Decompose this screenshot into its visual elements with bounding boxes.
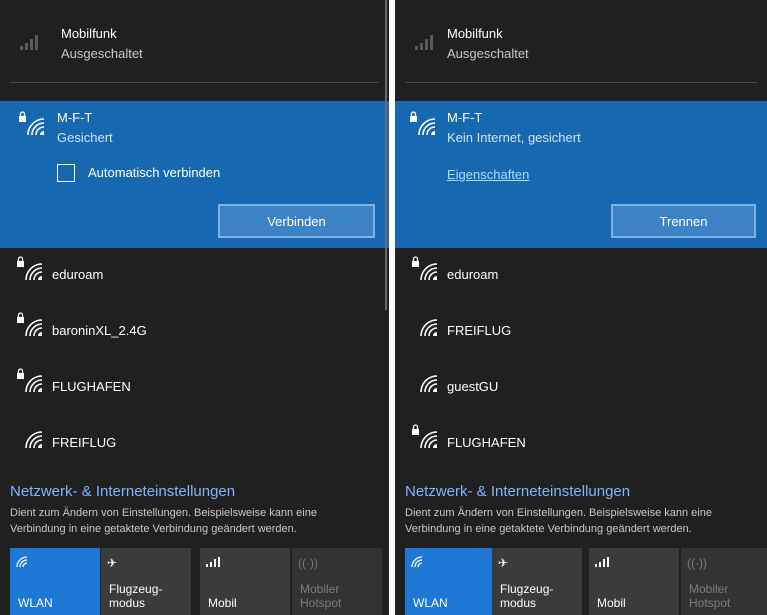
network-settings-description: Dient zum Ändern von Einstellungen. Beis… — [10, 507, 317, 535]
cellular-signal-icon — [20, 35, 38, 50]
hotspot-icon: ((·)) — [298, 556, 318, 570]
tile-label: Mobil — [208, 596, 237, 610]
cellular-entry[interactable]: Mobilfunk Ausgeschaltet — [395, 0, 767, 82]
cellular-signal-icon — [415, 35, 433, 50]
wifi-secured-icon — [17, 312, 43, 337]
wifi-icon — [420, 375, 438, 393]
network-item[interactable]: baroninXL_2.4G — [0, 308, 389, 348]
selected-ssid: M-F-T — [447, 110, 483, 125]
tile-label: Flugzeug- modus — [109, 582, 163, 610]
wifi-secured-icon — [412, 256, 438, 281]
tile-label: Mobil — [597, 596, 626, 610]
auto-connect-checkbox[interactable] — [57, 164, 75, 182]
network-item[interactable]: FREIFLUG — [395, 308, 767, 348]
network-ssid: FLUGHAFEN — [447, 435, 526, 450]
network-settings-link[interactable]: Netzwerk- & Interneteinstellungen — [10, 483, 235, 500]
wifi-icon — [411, 556, 425, 571]
selected-status: Kein Internet, gesichert — [447, 130, 581, 145]
cellular-icon — [595, 556, 609, 570]
wlan-tile[interactable]: WLAN — [10, 548, 100, 615]
cellular-title: Mobilfunk — [447, 26, 503, 41]
mobile-tile[interactable]: Mobil — [200, 548, 290, 615]
cellular-entry[interactable]: Mobilfunk Ausgeschaltet — [0, 0, 389, 82]
network-flyout-left: Mobilfunk Ausgeschaltet M-F-T Gesichert … — [0, 0, 389, 615]
hotspot-icon: ((·)) — [687, 556, 707, 570]
tile-label: Mobiler Hotspot — [300, 582, 342, 610]
mobile-tile[interactable]: Mobil — [589, 548, 679, 615]
airplane-mode-tile[interactable]: ✈ Flugzeug- modus — [101, 548, 191, 615]
connect-button[interactable]: Verbinden — [218, 204, 375, 238]
network-ssid: FREIFLUG — [447, 323, 512, 338]
wifi-secured-icon — [412, 424, 438, 449]
wifi-icon — [25, 431, 43, 449]
network-ssid: eduroam — [447, 267, 499, 282]
wifi-secured-icon — [17, 368, 43, 393]
network-settings-link[interactable]: Netzwerk- & Interneteinstellungen — [405, 483, 630, 500]
wifi-secured-icon — [17, 256, 43, 281]
airplane-icon: ✈ — [498, 556, 509, 570]
tile-label: Mobiler Hotspot — [689, 582, 731, 610]
wifi-icon — [16, 556, 30, 571]
cellular-status: Ausgeschaltet — [61, 46, 143, 61]
network-ssid: FREIFLUG — [52, 435, 117, 450]
network-item[interactable]: FREIFLUG — [0, 420, 389, 460]
airplane-mode-tile[interactable]: ✈ Flugzeug- modus — [492, 548, 582, 615]
wlan-tile[interactable]: WLAN — [405, 548, 495, 615]
network-ssid: FLUGHAFEN — [52, 379, 131, 394]
tile-label: WLAN — [18, 596, 53, 610]
mobile-hotspot-tile[interactable]: ((·)) Mobiler Hotspot — [292, 548, 382, 615]
auto-connect-label: Automatisch verbinden — [88, 165, 221, 180]
selected-ssid: M-F-T — [57, 110, 93, 125]
airplane-icon: ✈ — [107, 556, 118, 570]
network-ssid: eduroam — [52, 267, 104, 282]
cellular-title: Mobilfunk — [61, 26, 117, 41]
properties-link[interactable]: Eigenschaften — [447, 167, 529, 182]
network-item[interactable]: eduroam — [0, 252, 389, 292]
quick-action-tiles: WLAN ✈ Flugzeug- modus Mobil ((·)) Mobil… — [10, 548, 389, 615]
network-flyout-right: Mobilfunk Ausgeschaltet M-F-T Kein Inter… — [395, 0, 767, 615]
network-item[interactable]: FLUGHAFEN — [0, 364, 389, 404]
divider — [10, 82, 379, 83]
quick-action-tiles: WLAN ✈ Flugzeug- modus Mobil ((·)) Mobil… — [405, 548, 767, 615]
network-item[interactable]: FLUGHAFEN — [395, 420, 767, 460]
wifi-icon — [420, 319, 438, 337]
tile-label: Flugzeug- modus — [500, 582, 554, 610]
tile-label: WLAN — [413, 596, 448, 610]
network-ssid: baroninXL_2.4G — [52, 323, 147, 338]
network-settings-description: Dient zum Ändern von Einstellungen. Beis… — [405, 507, 712, 535]
network-ssid: guestGU — [447, 379, 499, 394]
wifi-secured-icon — [19, 111, 45, 136]
wifi-secured-icon — [410, 111, 436, 136]
cellular-icon — [206, 556, 220, 570]
selected-status: Gesichert — [57, 130, 113, 145]
cellular-status: Ausgeschaltet — [447, 46, 529, 61]
network-item[interactable]: guestGU — [395, 364, 767, 404]
network-item[interactable]: eduroam — [395, 252, 767, 292]
divider — [405, 82, 757, 83]
scrollbar[interactable] — [385, 0, 387, 310]
mobile-hotspot-tile[interactable]: ((·)) Mobiler Hotspot — [681, 548, 767, 615]
disconnect-button[interactable]: Trennen — [611, 204, 756, 238]
